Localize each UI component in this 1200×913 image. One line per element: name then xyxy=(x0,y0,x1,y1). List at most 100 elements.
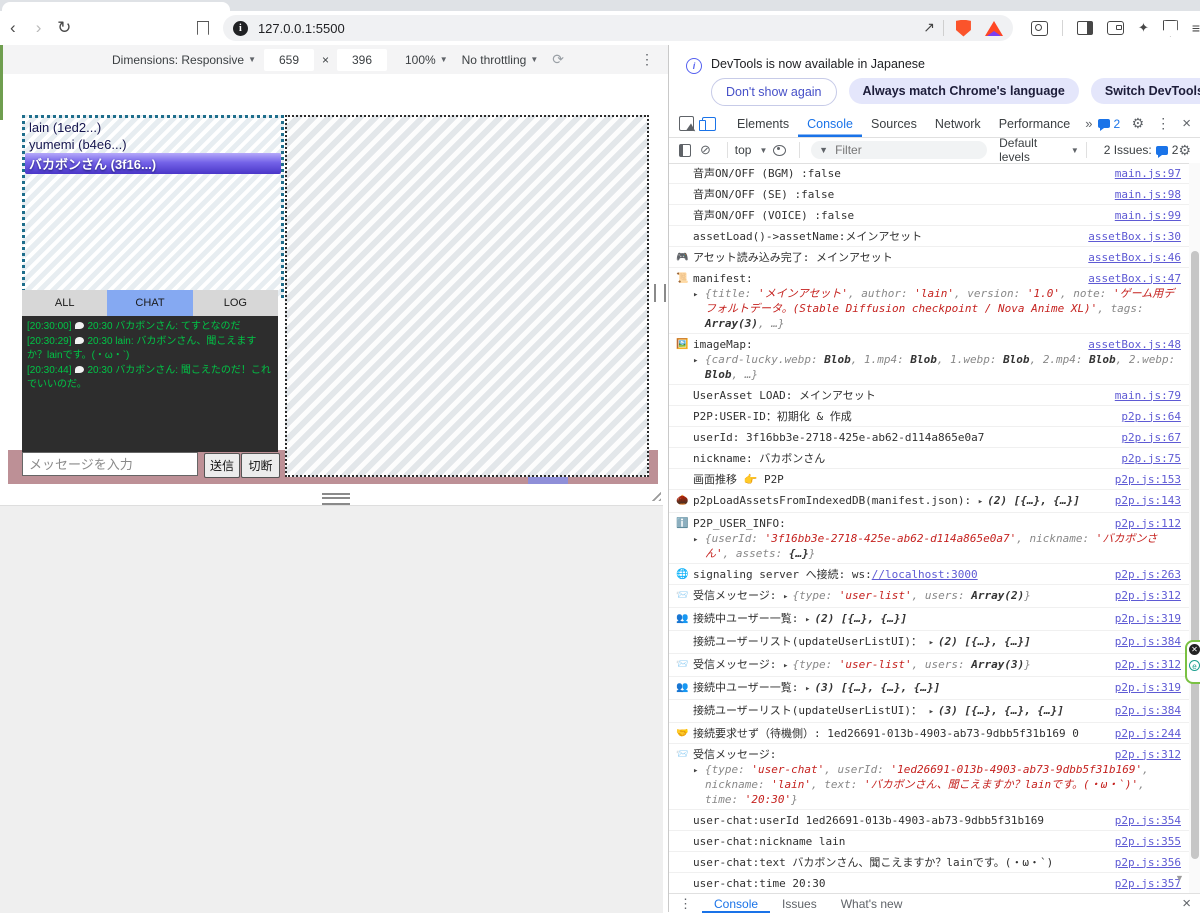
more-tabs-icon[interactable]: » xyxy=(1085,116,1092,131)
console-settings-icon[interactable]: ⚙ xyxy=(1178,142,1191,159)
expand-triangle-icon[interactable]: ▸ xyxy=(693,354,702,369)
console-source-link[interactable]: p2p.js:244 xyxy=(1115,726,1181,741)
dimensions-select[interactable]: Dimensions: Responsive xyxy=(112,53,244,67)
tab-console[interactable]: Console xyxy=(798,110,862,137)
forward-button[interactable]: › xyxy=(26,18,52,38)
console-source-link[interactable]: main.js:79 xyxy=(1115,388,1181,403)
console-source-link[interactable]: p2p.js:112 xyxy=(1115,516,1181,531)
console-source-link[interactable]: p2p.js:319 xyxy=(1115,611,1181,626)
overlay-close-icon[interactable]: ✕ xyxy=(1189,644,1200,655)
devtools-menu-icon[interactable]: ⋮ xyxy=(1156,115,1170,132)
console-source-link[interactable]: p2p.js:355 xyxy=(1115,834,1181,849)
chat-tab-all[interactable]: ALL xyxy=(22,290,108,316)
rotate-icon[interactable]: ⟳ xyxy=(552,51,564,68)
expand-triangle-icon[interactable]: ▸ xyxy=(929,707,938,717)
throttling-select[interactable]: No throttling xyxy=(462,53,527,67)
tab-elements[interactable]: Elements xyxy=(728,110,798,137)
console-sidebar-icon[interactable] xyxy=(679,143,691,157)
console-source-link[interactable]: p2p.js:357 xyxy=(1115,876,1181,891)
wallet-icon[interactable] xyxy=(1106,21,1124,35)
zoom-select[interactable]: 100% xyxy=(405,53,436,67)
scroll-to-bottom-icon[interactable]: ▼ xyxy=(1175,873,1184,883)
browser-tab[interactable] xyxy=(2,2,230,11)
console-source-link[interactable]: p2p.js:67 xyxy=(1121,430,1181,445)
share-icon[interactable]: ↗ xyxy=(923,19,935,36)
console-scrollbar[interactable] xyxy=(1189,163,1200,893)
message-input[interactable] xyxy=(22,452,198,476)
switch-to-japanese-button[interactable]: Switch DevTools to Japanese xyxy=(1090,78,1200,104)
console-source-link[interactable]: p2p.js:384 xyxy=(1115,634,1181,649)
tab-network[interactable]: Network xyxy=(926,110,990,137)
user-list-item[interactable]: yumemi (b4e6...) xyxy=(25,136,281,153)
vpn-shield-icon[interactable] xyxy=(1162,19,1178,37)
console-source-link[interactable]: assetBox.js:47 xyxy=(1088,271,1181,286)
disconnect-button[interactable]: 切断 xyxy=(241,453,280,478)
drawer-tab-issues[interactable]: Issues xyxy=(770,894,829,913)
devtools-close-icon[interactable]: × xyxy=(1182,115,1191,132)
console-source-link[interactable]: p2p.js:312 xyxy=(1115,747,1181,762)
expand-triangle-icon[interactable]: ▸ xyxy=(929,638,938,648)
inspect-element-icon[interactable] xyxy=(679,116,698,135)
console-source-link[interactable]: p2p.js:354 xyxy=(1115,813,1181,828)
user-list-item[interactable]: lain (1ed2...) xyxy=(25,119,281,136)
user-list-item[interactable]: バカボンさん (3f16...) xyxy=(25,153,281,174)
send-button[interactable]: 送信 xyxy=(204,453,240,478)
console-source-link[interactable]: p2p.js:356 xyxy=(1115,855,1181,870)
execution-context-select[interactable]: top ▼ xyxy=(735,143,768,157)
console-filter[interactable]: ▼ xyxy=(811,141,988,159)
drawer-menu-icon[interactable]: ⋮ xyxy=(679,896,692,912)
address-bar[interactable]: i 127.0.0.1:5500 ↗ xyxy=(222,15,1013,41)
bookmark-icon[interactable] xyxy=(197,21,209,35)
console-source-link[interactable]: main.js:97 xyxy=(1115,166,1181,181)
leo-ai-icon[interactable]: ✦ xyxy=(1138,20,1149,36)
drawer-tab-console[interactable]: Console xyxy=(702,894,770,913)
console-source-link[interactable]: p2p.js:64 xyxy=(1121,409,1181,424)
chat-tab-chat[interactable]: CHAT xyxy=(107,290,193,316)
expand-triangle-icon[interactable]: ▸ xyxy=(693,533,702,548)
site-info-icon[interactable]: i xyxy=(232,20,248,36)
console-source-link[interactable]: assetBox.js:46 xyxy=(1088,250,1181,265)
console-source-link[interactable]: p2p.js:312 xyxy=(1115,588,1181,603)
console-source-link[interactable]: main.js:99 xyxy=(1115,208,1181,223)
issues-tab-badge[interactable]: 2 xyxy=(1098,117,1120,131)
console-source-link[interactable]: p2p.js:75 xyxy=(1121,451,1181,466)
console-source-link[interactable]: p2p.js:143 xyxy=(1115,493,1181,508)
scrollbar-thumb[interactable] xyxy=(1191,251,1199,859)
device-toolbar-menu-icon[interactable]: ⋮ xyxy=(640,51,654,68)
stage-scrollbar-thumb[interactable] xyxy=(528,477,568,484)
expand-triangle-icon[interactable]: ▸ xyxy=(693,288,702,303)
back-button[interactable]: ‹ xyxy=(0,18,26,38)
drawer-close-icon[interactable]: × xyxy=(1182,895,1191,912)
match-chrome-language-button[interactable]: Always match Chrome's language xyxy=(848,78,1079,104)
viewport-resize-handle-right[interactable] xyxy=(654,284,666,302)
console-source-link[interactable]: p2p.js:312 xyxy=(1115,657,1181,672)
drawer-tab-what-s-new[interactable]: What's new xyxy=(829,894,915,913)
console-source-link[interactable]: p2p.js:319 xyxy=(1115,680,1181,695)
expand-triangle-icon[interactable]: ▸ xyxy=(978,497,987,507)
console-source-link[interactable]: assetBox.js:30 xyxy=(1088,229,1181,244)
url-text[interactable]: 127.0.0.1:5500 xyxy=(258,21,923,36)
chat-tab-log[interactable]: LOG xyxy=(192,290,278,316)
expand-triangle-icon[interactable]: ▸ xyxy=(693,764,702,779)
overlay-extension-icon[interactable]: e xyxy=(1189,660,1200,671)
console-source-link[interactable]: p2p.js:153 xyxy=(1115,472,1181,487)
reload-button[interactable]: ↻ xyxy=(51,18,77,38)
brave-rewards-icon[interactable] xyxy=(984,20,1003,36)
log-levels-select[interactable]: Default levels ▼ xyxy=(999,136,1079,164)
dont-show-again-button[interactable]: Don't show again xyxy=(711,78,837,106)
brave-shield-icon[interactable] xyxy=(955,19,971,37)
console-source-link[interactable]: main.js:98 xyxy=(1115,187,1181,202)
tab-performance[interactable]: Performance xyxy=(990,110,1080,137)
live-expression-eye-icon[interactable] xyxy=(773,144,787,156)
viewport-height-input[interactable] xyxy=(337,48,387,71)
search-tabs-icon[interactable] xyxy=(1030,20,1048,36)
tab-sources[interactable]: Sources xyxy=(862,110,926,137)
console-link[interactable]: //localhost:3000 xyxy=(872,568,978,581)
issues-counter[interactable]: 2 Issues: 2 xyxy=(1104,143,1178,158)
menu-icon[interactable]: ≡ xyxy=(1192,20,1200,36)
console-source-link[interactable]: p2p.js:384 xyxy=(1115,703,1181,718)
clear-console-icon[interactable]: ⊘ xyxy=(700,142,711,158)
device-toolbar-toggle-icon[interactable] xyxy=(699,116,716,131)
settings-gear-icon[interactable]: ⚙ xyxy=(1132,115,1145,132)
viewport-width-input[interactable] xyxy=(263,48,314,71)
